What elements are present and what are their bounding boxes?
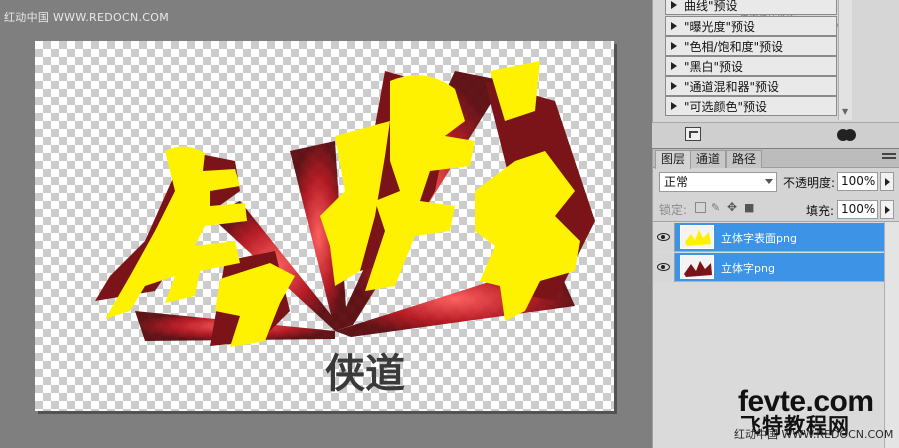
footer-watermark: 红动中国 WWW.REDOCN.COM: [734, 428, 894, 441]
expand-triangle-icon[interactable]: [671, 102, 677, 110]
layer-thumbnail: [680, 255, 714, 279]
tab-channels[interactable]: 通道: [690, 150, 727, 168]
lock-transparency-icon[interactable]: [695, 202, 706, 213]
watermark-top: 红动中国 WWW.REDOCN.COM: [4, 11, 170, 24]
chevron-down-icon: [765, 179, 773, 184]
preset-selective-color[interactable]: "可选颜色"预设: [665, 96, 837, 116]
lock-pixels-icon[interactable]: ✎: [711, 202, 722, 213]
document-canvas[interactable]: 侠道: [35, 41, 614, 411]
panel-menu-icon[interactable]: [882, 153, 896, 163]
presets-scrollbar[interactable]: ▼: [838, 0, 852, 120]
expand-triangle-icon[interactable]: [671, 62, 677, 70]
scroll-down-icon[interactable]: ▼: [842, 107, 848, 116]
opacity-field[interactable]: 100%: [837, 172, 878, 191]
layer-name[interactable]: 立体字png: [721, 260, 775, 276]
eye-icon: [657, 233, 670, 241]
lock-position-icon[interactable]: ✥: [727, 201, 738, 213]
preset-label: "通道混和器"预设: [684, 79, 780, 94]
blend-mode-select[interactable]: 正常: [659, 172, 777, 192]
fill-slider-button[interactable]: [880, 200, 894, 219]
preset-label: "黑白"预设: [684, 59, 744, 74]
preset-label: "曝光度"预设: [684, 19, 756, 34]
preset-exposure[interactable]: "曝光度"预设: [665, 16, 837, 36]
lock-label: 锁定:: [659, 203, 688, 217]
fill-label: 填充:: [806, 204, 835, 218]
layer-thumbnail: [680, 225, 714, 249]
eye-icon: [657, 263, 670, 271]
layer-name[interactable]: 立体字表面png: [721, 230, 797, 246]
visibility-toggle[interactable]: [653, 253, 675, 282]
return-to-list-icon[interactable]: [685, 127, 701, 141]
clip-to-layer-icon[interactable]: [837, 127, 859, 143]
layer-row-surface[interactable]: 立体字表面png: [653, 223, 884, 252]
sub-text: 侠道: [325, 351, 405, 397]
preset-black-white[interactable]: "黑白"预设: [665, 56, 837, 76]
preset-hue-saturation[interactable]: "色相/饱和度"预设: [665, 36, 837, 56]
visibility-toggle[interactable]: [653, 223, 675, 252]
layers-scrollbar[interactable]: [884, 222, 899, 448]
opacity-slider-button[interactable]: [880, 172, 894, 191]
circle-icon: [844, 129, 856, 141]
expand-triangle-icon[interactable]: [671, 42, 677, 50]
fill-field[interactable]: 100%: [837, 200, 878, 219]
lock-all-icon[interactable]: ■: [744, 202, 755, 213]
expand-triangle-icon[interactable]: [671, 1, 677, 9]
panel-tabs: 图层 通道 路径: [653, 149, 899, 169]
preset-channel-mixer[interactable]: "通道混和器"预设: [665, 76, 837, 96]
expand-triangle-icon[interactable]: [671, 22, 677, 30]
preset-label: "色相/饱和度"预设: [684, 39, 784, 54]
opacity-label: 不透明度:: [783, 176, 836, 190]
preset-label: "可选颜色"预设: [684, 99, 768, 114]
layer-row-3d[interactable]: 立体字png: [653, 253, 884, 282]
artwork: 侠道: [95, 61, 595, 397]
tab-paths[interactable]: 路径: [726, 150, 763, 168]
preset-label: 曲线"预设: [684, 0, 738, 13]
expand-triangle-icon[interactable]: [671, 82, 677, 90]
preset-curves[interactable]: 曲线"预设: [665, 0, 837, 15]
tab-layers[interactable]: 图层: [655, 150, 692, 169]
blend-mode-value: 正常: [664, 175, 689, 189]
